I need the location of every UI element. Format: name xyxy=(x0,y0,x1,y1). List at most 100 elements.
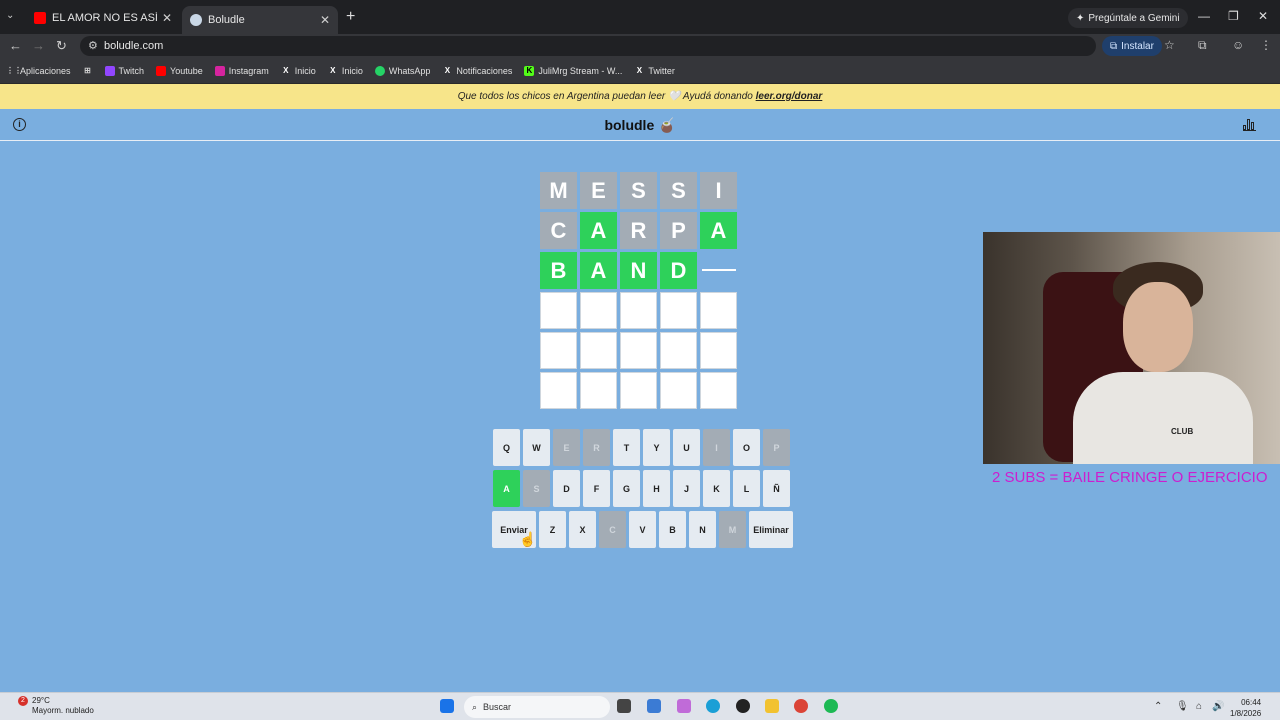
bookmark-x-notificaciones[interactable]: X Notificaciones xyxy=(442,65,513,76)
board-tile xyxy=(580,332,617,369)
network-icon[interactable]: ⌂ xyxy=(1196,701,1202,712)
close-tab-icon[interactable]: ✕ xyxy=(320,13,330,27)
stats-icon[interactable] xyxy=(1243,118,1256,131)
key-i[interactable]: I xyxy=(703,429,730,466)
install-button[interactable]: ⧉ Instalar xyxy=(1102,36,1162,56)
widgets-icon[interactable] xyxy=(647,699,661,713)
donation-link[interactable]: leer.org/donar xyxy=(756,91,823,102)
bookmark-apps[interactable]: ⋮⋮ Aplicaciones xyxy=(6,66,71,76)
key-b[interactable]: B xyxy=(659,511,686,548)
restore-icon[interactable]: ❐ xyxy=(1228,9,1239,23)
key-e[interactable]: E xyxy=(553,429,580,466)
bookmark-star-icon[interactable]: ☆ xyxy=(1164,38,1175,52)
clock-date: 1/8/2026 xyxy=(1230,709,1262,718)
bookmark-x-twitter[interactable]: X Twitter xyxy=(634,66,675,76)
back-icon[interactable]: ← xyxy=(9,38,22,53)
copilot-icon[interactable] xyxy=(677,699,691,713)
clock[interactable]: 06:44 1/8/2026 xyxy=(1230,697,1261,719)
apps-grid-icon: ⋮⋮ xyxy=(6,65,22,75)
streamer-body xyxy=(1073,372,1253,464)
close-tab-icon[interactable]: ✕ xyxy=(162,11,172,25)
bookmark-twitch[interactable]: Twitch xyxy=(104,65,144,76)
eliminar-button[interactable]: Eliminar xyxy=(749,511,793,548)
gemini-button[interactable]: ✦ Pregúntale a Gemini xyxy=(1068,8,1188,28)
profile-avatar-icon[interactable]: ☺ xyxy=(1232,38,1244,52)
game-title: boludle 🧉 xyxy=(604,117,676,133)
key-ñ[interactable]: Ñ xyxy=(763,470,790,507)
tab-search-icon[interactable]: ⌄ xyxy=(6,10,14,21)
tab-title: Boludle xyxy=(208,14,245,26)
volume-icon[interactable]: 🔊 xyxy=(1212,701,1224,712)
key-x[interactable]: X xyxy=(569,511,596,548)
board-tile xyxy=(700,252,737,289)
key-a[interactable]: A xyxy=(493,470,520,507)
key-p[interactable]: P xyxy=(763,429,790,466)
tray-chevron-icon[interactable]: ⌃ xyxy=(1154,701,1162,712)
bookmark-whatsapp[interactable]: WhatsApp xyxy=(374,65,430,76)
bookmark-tab-groups[interactable]: ⊞ xyxy=(83,66,93,76)
key-w[interactable]: W xyxy=(523,429,550,466)
board-row xyxy=(540,372,738,409)
bookmark-youtube[interactable]: Youtube xyxy=(156,65,203,76)
site-info-icon[interactable]: ⚙ xyxy=(88,39,98,52)
bookmark-label: Notificaciones xyxy=(456,65,513,76)
bookmark-label: Twitter xyxy=(648,65,675,76)
minimize-icon[interactable]: — xyxy=(1198,9,1210,23)
chrome-icon[interactable] xyxy=(794,699,808,713)
bookmark-x-inicio-1[interactable]: X Inicio xyxy=(281,66,316,76)
key-l[interactable]: L xyxy=(733,470,760,507)
streamer-head xyxy=(1123,282,1193,372)
microphone-icon[interactable]: 🎙 xyxy=(1176,701,1189,712)
key-y[interactable]: Y xyxy=(643,429,670,466)
key-o[interactable]: O xyxy=(733,429,760,466)
taskbar-search[interactable]: ⌕ Buscar xyxy=(464,696,610,718)
key-u[interactable]: U xyxy=(673,429,700,466)
key-t[interactable]: T xyxy=(613,429,640,466)
x-logo-icon: X xyxy=(636,65,643,75)
reload-icon[interactable]: ↻ xyxy=(56,38,67,54)
key-c[interactable]: C xyxy=(599,511,626,548)
obs-icon[interactable] xyxy=(736,699,750,713)
key-k[interactable]: K xyxy=(703,470,730,507)
tab-youtube[interactable]: EL AMOR NO ES ASÍ 3/4 - YouTube ✕ xyxy=(26,6,180,30)
spotify-icon[interactable] xyxy=(824,699,838,713)
key-s[interactable]: S xyxy=(523,470,550,507)
address-bar[interactable]: ⚙ boludle.com xyxy=(80,36,1096,56)
key-q[interactable]: Q xyxy=(493,429,520,466)
bookmark-label: Instagram xyxy=(228,65,269,76)
new-tab-button[interactable]: + xyxy=(346,8,355,26)
subs-goal-text: 2 SUBS = BAILE CRINGE O EJERCICIO xyxy=(992,469,1268,486)
bookmark-instagram[interactable]: Instagram xyxy=(214,65,269,76)
keyboard-row: QWERTYUIOP xyxy=(493,429,790,466)
key-n[interactable]: N xyxy=(689,511,716,548)
key-r[interactable]: R xyxy=(583,429,610,466)
bookmark-label: Youtube xyxy=(170,65,203,76)
bookmark-kick-stream[interactable]: K JuliMrg Stream - W... xyxy=(524,65,622,76)
key-j[interactable]: J xyxy=(673,470,700,507)
board-tile xyxy=(540,372,577,409)
menu-kebab-icon[interactable]: ⋮ xyxy=(1260,38,1272,52)
board-tile xyxy=(580,372,617,409)
extensions-icon[interactable]: ⧉ xyxy=(1198,38,1207,53)
windows-start-icon[interactable] xyxy=(440,699,454,713)
key-f[interactable]: F xyxy=(583,470,610,507)
board-tile: S xyxy=(660,172,697,209)
webcam-overlay: CLUB xyxy=(983,232,1280,464)
edge-icon[interactable] xyxy=(706,699,720,713)
bookmarks-bar: ⋮⋮ Aplicaciones ⊞ Twitch Youtube Instagra… xyxy=(0,58,1280,84)
key-z[interactable]: Z xyxy=(539,511,566,548)
key-g[interactable]: G xyxy=(613,470,640,507)
weather-widget[interactable]: 2 29°C Mayorm. nublado xyxy=(18,696,94,716)
forward-icon[interactable]: → xyxy=(32,38,45,53)
keyboard-row: Enviar Z X C V B N M Eliminar xyxy=(492,511,793,548)
key-h[interactable]: H xyxy=(643,470,670,507)
file-explorer-icon[interactable] xyxy=(765,699,779,713)
bookmark-x-inicio-2[interactable]: X Inicio xyxy=(328,66,363,76)
tab-boludle[interactable]: Boludle ✕ xyxy=(182,6,338,34)
key-m[interactable]: M xyxy=(719,511,746,548)
key-v[interactable]: V xyxy=(629,511,656,548)
board-tile xyxy=(540,332,577,369)
close-window-icon[interactable]: ✕ xyxy=(1258,9,1268,23)
task-view-icon[interactable] xyxy=(617,699,631,713)
key-d[interactable]: D xyxy=(553,470,580,507)
